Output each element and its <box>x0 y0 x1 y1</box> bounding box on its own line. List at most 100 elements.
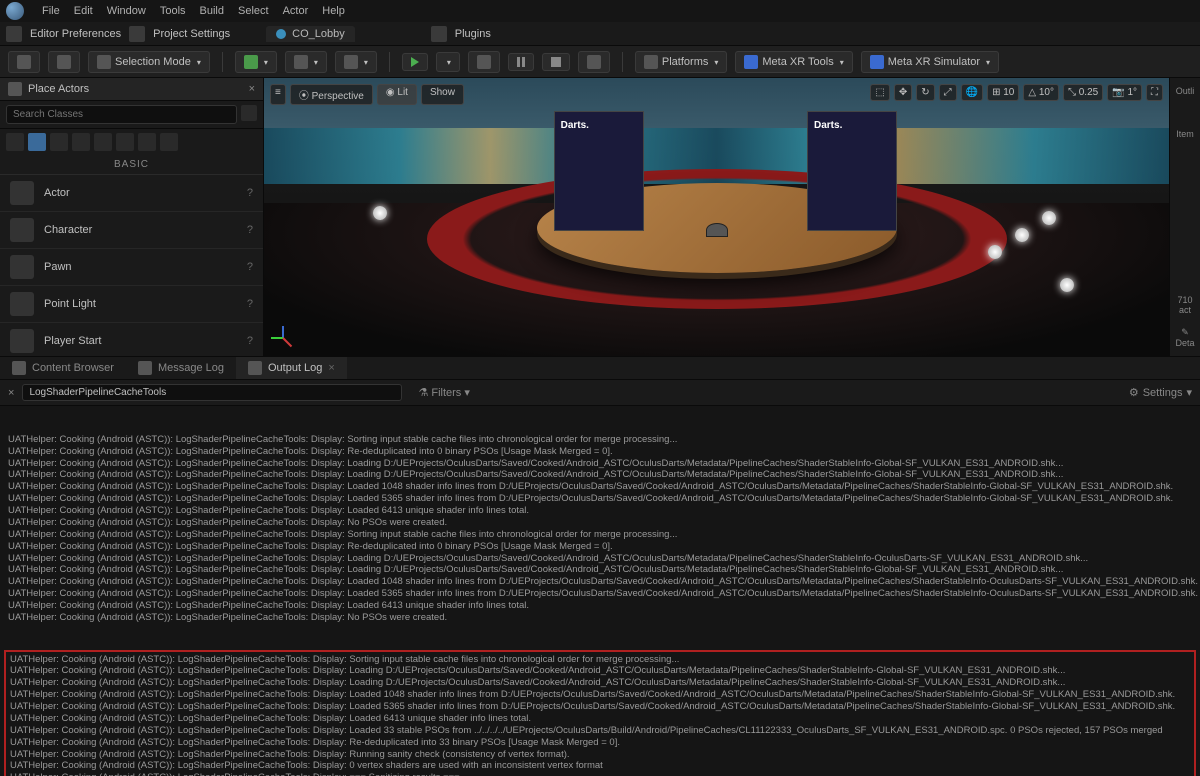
cinematic-icon <box>344 55 358 69</box>
level-tab[interactable]: CO_Lobby <box>266 26 355 42</box>
menu-actor[interactable]: Actor <box>277 5 315 17</box>
meta-icon <box>744 55 758 69</box>
filters-dropdown[interactable]: ⚗ Filters ▾ <box>410 384 477 401</box>
menu-edit[interactable]: Edit <box>68 5 99 17</box>
cinematic-icon[interactable] <box>94 133 112 151</box>
menu-select[interactable]: Select <box>232 5 275 17</box>
viewport-options-button[interactable]: ≡ <box>270 84 286 105</box>
blueprint-button[interactable] <box>285 51 327 73</box>
transform-scale-button[interactable]: ⤢ <box>939 84 957 101</box>
tab-icon <box>138 361 152 375</box>
transform-select-button[interactable]: ⬚ <box>870 84 889 101</box>
snap-angle-button[interactable]: △ 10° <box>1023 84 1059 101</box>
xr-tools-dropdown[interactable]: Meta XR Tools <box>735 51 852 73</box>
lights-icon[interactable] <box>50 133 68 151</box>
close-icon[interactable]: × <box>249 83 255 95</box>
help-icon[interactable]: ? <box>247 261 253 273</box>
menu-file[interactable]: File <box>36 5 66 17</box>
actor-item-character[interactable]: Character? <box>0 212 263 249</box>
skip-icon <box>477 55 491 69</box>
place-actors-tab[interactable]: Place Actors × <box>0 78 263 101</box>
actor-item-pawn[interactable]: Pawn? <box>0 249 263 286</box>
pause-button[interactable] <box>508 53 534 71</box>
help-icon[interactable]: ? <box>247 298 253 310</box>
search-classes-input[interactable] <box>6 105 237 124</box>
all-icon[interactable] <box>160 133 178 151</box>
meta-icon <box>870 55 884 69</box>
actor-list: Actor?Character?Pawn?Point Light?Player … <box>0 175 263 356</box>
menu-help[interactable]: Help <box>316 5 351 17</box>
transform-rotate-button[interactable]: ↻ <box>916 84 934 101</box>
menu-build[interactable]: Build <box>194 5 230 17</box>
volumes-icon[interactable] <box>138 133 156 151</box>
axis-gizmo-icon <box>272 318 302 348</box>
eject-icon <box>587 55 601 69</box>
show-dropdown[interactable]: Show <box>421 84 464 105</box>
outliner-tab[interactable]: Outli <box>1172 82 1198 100</box>
viewport[interactable]: Darts. Darts. ≡ ⦿ Perspective ◉ Lit Show… <box>264 78 1170 356</box>
lit-dropdown[interactable]: ◉ Lit <box>377 84 417 105</box>
log-tab-content-browser[interactable]: Content Browser <box>0 357 126 379</box>
close-icon[interactable]: × <box>328 362 334 374</box>
help-icon[interactable]: ? <box>247 187 253 199</box>
log-tab-output-log[interactable]: Output Log× <box>236 357 347 379</box>
xr-sim-dropdown[interactable]: Meta XR Simulator <box>861 51 999 73</box>
log-filter-input[interactable] <box>22 384 402 401</box>
perspective-dropdown[interactable]: ⦿ Perspective <box>290 84 373 105</box>
log-output[interactable]: UATHelper: Cooking (Android (ASTC)): Log… <box>0 406 1200 776</box>
help-icon[interactable]: ? <box>247 335 253 347</box>
actor-icon <box>10 181 34 205</box>
gear-icon[interactable] <box>241 105 257 121</box>
pawn-icon <box>10 255 34 279</box>
snap-grid-button[interactable]: ⊞ 10 <box>987 84 1019 101</box>
log-tab-message-log[interactable]: Message Log <box>126 357 236 379</box>
selection-mode-dropdown[interactable]: Selection Mode <box>88 51 210 73</box>
recent-icon[interactable] <box>6 133 24 151</box>
editor-prefs-link[interactable]: Editor Preferences <box>30 28 121 40</box>
scene-3d: Darts. Darts. <box>264 78 1169 356</box>
editor-prefs-icon[interactable] <box>6 26 22 42</box>
plugins-link[interactable]: Plugins <box>455 28 491 40</box>
character-icon <box>10 218 34 242</box>
menu-tools[interactable]: Tools <box>154 5 192 17</box>
add-content-button[interactable] <box>235 51 277 73</box>
menu-window[interactable]: Window <box>101 5 152 17</box>
basic-icon[interactable] <box>28 133 46 151</box>
camera-speed-button[interactable]: 📷 1° <box>1107 84 1142 101</box>
play-button[interactable] <box>402 53 428 71</box>
save-button[interactable] <box>8 51 40 73</box>
coord-space-button[interactable]: 🌐 <box>961 84 983 101</box>
project-settings-icon[interactable] <box>129 26 145 42</box>
cinematics-button[interactable] <box>335 51 377 73</box>
actor-item-actor[interactable]: Actor? <box>0 175 263 212</box>
play-options-button[interactable] <box>436 52 460 72</box>
pause-icon <box>517 57 525 67</box>
browse-button[interactable] <box>48 51 80 73</box>
actor-item-pointlight[interactable]: Point Light? <box>0 286 263 323</box>
snap-scale-button[interactable]: ⤡ 0.25 <box>1063 84 1103 101</box>
stop-icon <box>551 57 561 67</box>
skip-button[interactable] <box>468 51 500 73</box>
visual-icon[interactable] <box>116 133 134 151</box>
eject-button[interactable] <box>578 51 610 73</box>
maximize-button[interactable]: ⛶ <box>1146 84 1163 101</box>
right-panels: Outli Item 710 act ✎ Deta <box>1170 78 1200 356</box>
tab-icon <box>248 361 262 375</box>
details-tab[interactable]: ✎ Deta <box>1172 323 1198 352</box>
main-toolbar: Selection Mode Platforms Meta XR Tools M… <box>0 46 1200 78</box>
stop-button[interactable] <box>542 53 570 71</box>
log-settings-button[interactable]: ⚙ Settings ▾ <box>1129 386 1192 399</box>
project-settings-link[interactable]: Project Settings <box>153 28 230 40</box>
clear-filter-icon[interactable]: × <box>8 387 14 399</box>
main-area: Place Actors × BASIC Actor?Character?Paw… <box>0 78 1200 356</box>
place-actors-icon <box>8 82 22 96</box>
separator-icon <box>389 52 390 72</box>
actor-item-playerstart[interactable]: Player Start? <box>0 323 263 356</box>
plugins-icon[interactable] <box>431 26 447 42</box>
browse-icon <box>57 55 71 69</box>
shapes-icon[interactable] <box>72 133 90 151</box>
transform-move-button[interactable]: ✥ <box>894 84 912 101</box>
platforms-dropdown[interactable]: Platforms <box>635 51 727 73</box>
help-icon[interactable]: ? <box>247 224 253 236</box>
top-tab-row: Editor Preferences Project Settings CO_L… <box>0 22 1200 46</box>
